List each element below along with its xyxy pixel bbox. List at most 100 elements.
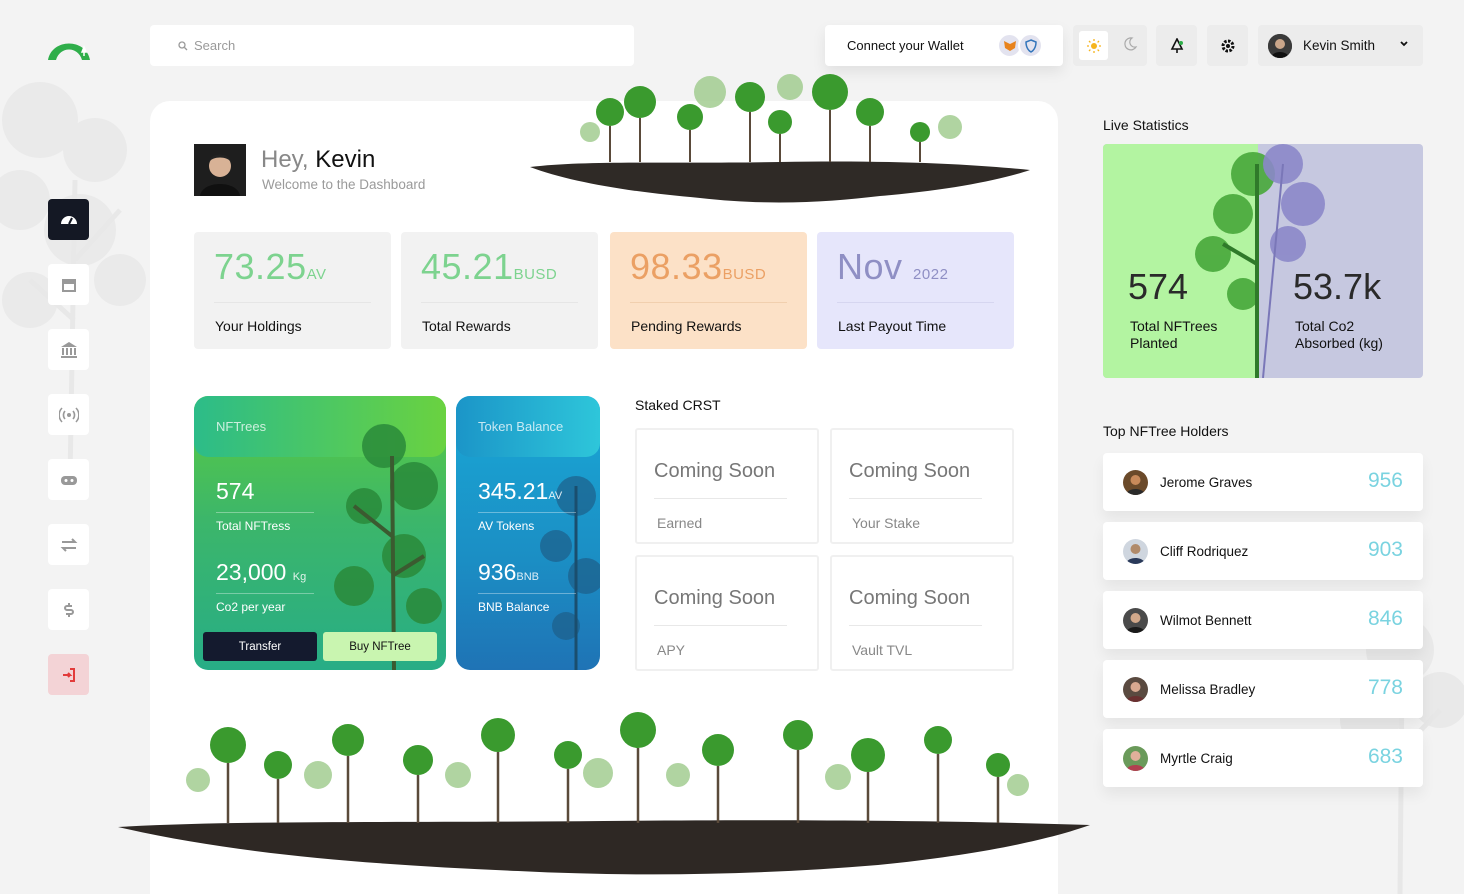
nftrees-co2-value: 23,000 Kg <box>216 559 307 585</box>
staked-label: Your Stake <box>852 515 920 531</box>
notifications-button[interactable] <box>1156 25 1197 66</box>
holder-avatar <box>1123 608 1148 633</box>
gamepad-icon <box>60 475 77 485</box>
live-statistics-title: Live Statistics <box>1103 117 1189 133</box>
stat-value: 98.33BUSD <box>630 246 767 287</box>
holder-row[interactable]: Myrtle Craig 683 <box>1103 729 1423 787</box>
stat-label: Pending Rewards <box>631 318 742 334</box>
holder-avatar <box>1123 539 1148 564</box>
moon-icon[interactable] <box>1122 36 1138 57</box>
sidebar-item-broadcast[interactable] <box>48 394 89 435</box>
holder-value: 683 <box>1367 745 1403 768</box>
stat-label: Total Rewards <box>422 318 511 334</box>
broadcast-icon <box>58 406 79 423</box>
dashboard-icon <box>60 215 77 224</box>
store-icon <box>61 278 76 292</box>
staked-label: APY <box>657 642 686 658</box>
stat-card-holdings: 73.25AV Your Holdings <box>194 232 391 349</box>
staked-section-title: Staked CRST <box>635 397 721 413</box>
live-planted-label: Total NFTrees Planted <box>1130 318 1218 351</box>
token-av-label: AV Tokens <box>478 519 535 533</box>
sidebar-item-games[interactable] <box>48 459 89 500</box>
nftrees-co2-label: Co2 per year <box>216 600 286 614</box>
holder-name: Jerome Graves <box>1160 475 1253 490</box>
holder-row[interactable]: Wilmot Bennett 846 <box>1103 591 1423 649</box>
nftrees-total-value: 574 <box>216 478 255 504</box>
live-co2-label: Total Co2 Absorbed (kg) <box>1295 318 1383 351</box>
stat-card-last-payout: Nov 2022 Last Payout Time <box>817 232 1014 349</box>
sidebar-item-transfer[interactable] <box>48 524 89 565</box>
staked-label: Vault TVL <box>852 642 913 658</box>
holder-name: Myrtle Craig <box>1160 751 1233 766</box>
user-menu[interactable]: Kevin Smith <box>1258 25 1423 66</box>
stat-label: Your Holdings <box>215 318 302 334</box>
greeting-name: Kevin <box>315 146 376 173</box>
holder-avatar <box>1123 746 1148 771</box>
search-icon <box>178 40 188 50</box>
staked-card-apy: Coming Soon APY <box>635 555 819 671</box>
stat-card-total-rewards: 45.21BUSD Total Rewards <box>401 232 598 349</box>
theme-toggle[interactable] <box>1073 25 1147 66</box>
user-avatar <box>1268 33 1292 58</box>
connect-wallet-button[interactable]: Connect your Wallet <box>825 25 1063 66</box>
holder-avatar <box>1123 677 1148 702</box>
holder-name: Cliff Rodriquez <box>1160 544 1249 559</box>
user-name: Kevin Smith <box>1303 38 1376 53</box>
nftrees-card: NFTrees 574 Total NFTress 23,000 Kg Co2 … <box>194 396 446 670</box>
holder-value: 956 <box>1367 469 1403 492</box>
logout-icon <box>62 667 75 682</box>
staked-value: Coming Soon <box>849 587 971 609</box>
holder-avatar <box>1123 470 1148 495</box>
stat-value: Nov 2022 <box>837 246 949 287</box>
nftrees-total-label: Total NFTress <box>216 519 291 533</box>
token-av-value: 345.21AV <box>478 478 563 504</box>
top-holders-title: Top NFTree Holders <box>1103 423 1229 439</box>
staked-card-vault-tvl: Coming Soon Vault TVL <box>830 555 1014 671</box>
live-planted-value: 574 <box>1128 266 1189 307</box>
floating-forest-illustration-bottom <box>118 712 1090 875</box>
search-placeholder: Search <box>194 38 236 53</box>
token-title: Token Balance <box>478 419 564 434</box>
sun-icon[interactable] <box>1079 31 1108 60</box>
live-co2-value: 53.7k <box>1293 266 1382 307</box>
tree-notification-icon <box>1170 37 1183 53</box>
token-bnb-value: 936BNB <box>478 559 539 585</box>
hero-avatar <box>194 144 246 196</box>
floating-forest-illustration-top <box>530 74 1030 203</box>
holder-row[interactable]: Melissa Bradley 778 <box>1103 660 1423 718</box>
holder-name: Wilmot Bennett <box>1160 613 1252 628</box>
sidebar-item-payments[interactable] <box>48 589 89 630</box>
holder-name: Melissa Bradley <box>1160 682 1256 697</box>
search-input[interactable]: Search <box>150 25 634 66</box>
chevron-down-icon[interactable] <box>1399 39 1409 49</box>
holder-value: 778 <box>1367 676 1403 699</box>
staked-card-earned: Coming Soon Earned <box>635 428 819 544</box>
holder-value: 903 <box>1367 538 1403 561</box>
token-bnb-label: BNB Balance <box>478 600 550 614</box>
staked-value: Coming Soon <box>654 460 776 482</box>
greeting-word: Hey, <box>261 146 309 173</box>
gear-icon <box>1221 39 1234 52</box>
transfer-button[interactable]: Transfer <box>203 632 317 661</box>
trustwallet-icon <box>1018 33 1043 58</box>
hero-greeting: Hey, Kevin <box>261 146 375 174</box>
app-logo[interactable] <box>46 30 92 62</box>
live-statistics-card: 574 Total NFTrees Planted 53.7k Total Co2… <box>1103 144 1423 378</box>
bank-icon <box>60 341 77 358</box>
sidebar-item-store[interactable] <box>48 264 89 305</box>
holder-row[interactable]: Jerome Graves 956 <box>1103 453 1423 511</box>
stat-label: Last Payout Time <box>838 318 947 334</box>
stat-value: 45.21BUSD <box>421 246 558 287</box>
staked-card-your-stake: Coming Soon Your Stake <box>830 428 1014 544</box>
holder-row[interactable]: Cliff Rodriquez 903 <box>1103 522 1423 580</box>
staked-value: Coming Soon <box>654 587 776 609</box>
sidebar-item-logout[interactable] <box>48 654 89 695</box>
sidebar-item-dashboard[interactable] <box>48 199 89 240</box>
settings-button[interactable] <box>1207 25 1248 66</box>
buy-nftree-button[interactable]: Buy NFTree <box>323 632 437 661</box>
token-balance-card: Token Balance 345.21AV AV Tokens 936BNB … <box>456 396 600 670</box>
sidebar-item-bank[interactable] <box>48 329 89 370</box>
transfer-icon <box>60 537 77 552</box>
staked-label: Earned <box>657 515 703 531</box>
nftrees-title: NFTrees <box>216 419 267 434</box>
